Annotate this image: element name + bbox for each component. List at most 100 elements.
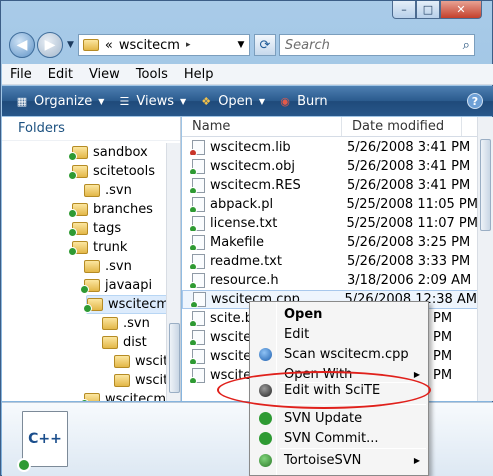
file-row[interactable]: readme.txt 5/26/2008 3:33 PM — [182, 252, 478, 271]
tree-item-label: .svn — [123, 316, 150, 331]
submenu-arrow-icon: ▶ — [413, 369, 420, 379]
file-icon — [189, 368, 205, 383]
tree-item[interactable]: .svn — [84, 257, 132, 276]
file-row[interactable]: resource.h 3/18/2006 2:09 AM — [182, 271, 478, 290]
folder-icon — [82, 39, 99, 51]
menu-item-edit[interactable]: Edit — [252, 324, 426, 344]
menu-help[interactable]: Help — [176, 67, 222, 82]
address-chevron-icon[interactable]: ▸ — [186, 40, 191, 50]
search-icon[interactable]: ⌕ — [463, 38, 470, 53]
file-icon — [189, 273, 205, 288]
file-row[interactable]: wscitecm.RES 5/26/2008 3:41 PM — [182, 176, 478, 195]
file-icon — [189, 349, 205, 364]
organize-button[interactable]: ▦ Organize ▼ — [2, 94, 110, 109]
tree-item-label: tags — [93, 221, 122, 236]
help-button[interactable]: ? — [467, 93, 483, 109]
file-name: wscite — [210, 330, 252, 345]
file-name-cell: wscitecm.RES — [182, 178, 341, 193]
open-button[interactable]: ❖ Open ▼ — [192, 94, 271, 109]
forward-arrow-icon: ▶ — [44, 37, 56, 53]
tree-item[interactable]: dist — [102, 333, 147, 352]
tree-item[interactable]: tags — [68, 219, 122, 238]
folders-header[interactable]: Folders — [2, 117, 180, 141]
menu-edit[interactable]: Edit — [40, 67, 81, 82]
submenu-arrow-icon: ▶ — [413, 455, 420, 465]
file-row[interactable]: Makefile 5/26/2008 3:25 PM — [182, 233, 478, 252]
svn-normal-overlay-icon — [190, 301, 198, 307]
column-date-modified[interactable]: Date modified — [342, 117, 462, 136]
menu-item-svn-update-label: SVN Update — [284, 410, 363, 426]
maximize-button[interactable]: □ — [416, 1, 440, 19]
search-input[interactable]: Search ⌕ — [278, 34, 475, 56]
address-folder[interactable]: wscitecm — [119, 38, 180, 53]
tree-item[interactable]: trunk — [68, 238, 127, 257]
file-row[interactable]: license.txt 5/25/2008 11:07 PM — [182, 214, 478, 233]
file-row[interactable]: abpack.pl 5/25/2008 11:05 PM — [182, 195, 478, 214]
address-prefix[interactable]: « — [105, 38, 113, 53]
folder-icon — [68, 241, 88, 256]
file-icon — [189, 330, 205, 345]
views-button[interactable]: ☰ Views ▼ — [110, 94, 192, 109]
file-icon — [189, 235, 205, 250]
file-name: resource.h — [210, 273, 279, 288]
tree-item[interactable]: wscitecm — [83, 295, 175, 314]
folders-scrollbar-thumb[interactable] — [169, 323, 180, 393]
tree-item-label: sandbox — [93, 145, 148, 160]
forward-button[interactable]: ▶ — [37, 32, 63, 58]
tree-item[interactable]: javaapi — [80, 276, 152, 295]
tree-item[interactable]: wscitecm1 — [80, 390, 174, 401]
file-row[interactable]: wscitecm.obj 5/26/2008 3:41 PM — [182, 157, 478, 176]
file-row[interactable]: wscitecm.lib 5/26/2008 3:41 PM — [182, 138, 478, 157]
svn-normal-overlay-icon — [68, 228, 77, 237]
minimize-button[interactable]: – — [392, 1, 416, 19]
column-name[interactable]: Name — [182, 117, 342, 136]
svn-update-icon — [252, 411, 278, 425]
folder-icon — [114, 374, 130, 387]
menu-file[interactable]: File — [2, 67, 40, 82]
back-button[interactable]: ◀ — [9, 32, 35, 58]
back-arrow-icon: ◀ — [16, 37, 28, 53]
file-name-cell: readme.txt — [182, 254, 341, 269]
cpp-icon-label: C++ — [28, 431, 62, 447]
file-date: PM — [433, 311, 453, 326]
file-name-cell: wscitecm.lib — [182, 140, 341, 155]
burn-button[interactable]: ◉ Burn — [271, 94, 334, 109]
menu-item-scan-label: Scan wscitecm.cpp — [284, 346, 409, 362]
address-bar[interactable]: « wscitecm ▸ ▼ — [77, 34, 250, 56]
file-name-cell: license.txt — [182, 216, 341, 231]
menu-item-edit-with-scite[interactable]: Edit with SciTE — [252, 380, 426, 400]
menu-item-svn-update[interactable]: SVN Update — [252, 408, 426, 428]
folders-scrollbar[interactable] — [166, 143, 180, 401]
menu-item-open[interactable]: Open — [252, 304, 426, 324]
tree-item[interactable]: sandbox — [68, 143, 148, 162]
folder-icon — [68, 203, 88, 218]
file-name: scite.b — [210, 311, 254, 326]
tree-item[interactable]: .svn — [102, 314, 150, 333]
antivirus-scan-icon — [252, 347, 278, 361]
menu-item-tortoisesvn[interactable]: TortoiseSVN ▶ — [252, 450, 426, 470]
burn-disc-icon: ◉ — [280, 94, 290, 108]
file-name: wscite — [210, 349, 252, 364]
address-dropdown-icon[interactable]: ▼ — [233, 35, 249, 55]
menu-bar: File Edit View Tools Help — [2, 64, 493, 85]
file-name: wscitecm.lib — [210, 140, 291, 155]
recent-pages-dropdown-icon[interactable]: ▼ — [67, 40, 74, 50]
tree-item[interactable]: .svn — [84, 181, 132, 200]
chevron-down-icon: ▼ — [258, 96, 266, 106]
menu-view[interactable]: View — [81, 67, 128, 82]
tree-item-label: dist — [123, 335, 147, 350]
close-button[interactable]: ✕ — [440, 1, 482, 19]
caption-buttons: – □ ✕ — [392, 1, 482, 19]
tree-item[interactable]: scitetools — [68, 162, 155, 181]
refresh-button[interactable]: ⟳ — [253, 34, 276, 56]
menu-item-scan[interactable]: Scan wscitecm.cpp — [252, 344, 426, 364]
file-list-scrollbar[interactable] — [477, 117, 493, 401]
menu-item-svn-commit[interactable]: SVN Commit... — [252, 428, 426, 448]
folder-icon — [68, 146, 88, 161]
svn-normal-overlay-icon — [189, 377, 197, 383]
menu-tools[interactable]: Tools — [128, 67, 176, 82]
menu-item-svn-commit-label: SVN Commit... — [284, 430, 379, 446]
file-list-scrollbar-thumb[interactable] — [480, 139, 491, 231]
svn-normal-overlay-icon — [80, 399, 89, 401]
tree-item[interactable]: branches — [68, 200, 153, 219]
